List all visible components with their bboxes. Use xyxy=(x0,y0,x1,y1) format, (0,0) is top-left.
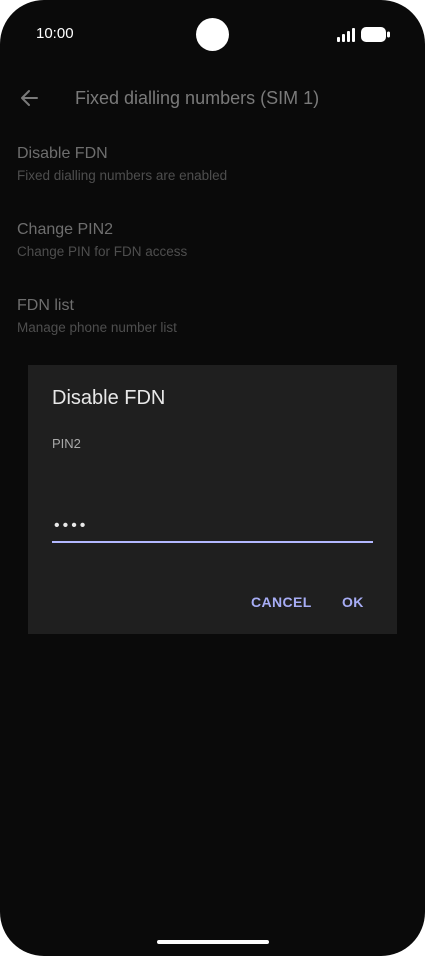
app-bar: Fixed dialling numbers (SIM 1) xyxy=(0,75,425,121)
setting-subtitle: Fixed dialling numbers are enabled xyxy=(17,168,228,183)
battery-icon xyxy=(361,27,390,42)
pin2-input[interactable]: •••• xyxy=(52,513,373,543)
setting-subtitle: Manage phone number list xyxy=(17,320,177,335)
setting-title: Change PIN2 xyxy=(17,221,114,238)
page-title: Fixed dialling numbers (SIM 1) xyxy=(75,88,320,108)
status-bar: 10:00 xyxy=(0,0,425,70)
status-time: 10:00 xyxy=(36,25,74,42)
setting-subtitle: Change PIN for FDN access xyxy=(17,244,188,259)
setting-title: FDN list xyxy=(17,297,74,314)
signal-icon xyxy=(337,28,355,42)
home-indicator[interactable] xyxy=(157,940,269,944)
pin2-label: PIN2 xyxy=(52,436,81,451)
arrow-back-icon[interactable] xyxy=(18,87,40,109)
setting-disable-fdn[interactable]: Disable FDN Fixed dialling numbers are e… xyxy=(17,145,227,183)
cancel-button[interactable]: CANCEL xyxy=(251,594,312,610)
dialog-title: Disable FDN xyxy=(52,387,166,409)
disable-fdn-dialog: Disable FDN PIN2 •••• CANCEL OK xyxy=(28,365,397,634)
pin2-masked-value: •••• xyxy=(54,517,89,534)
ok-button[interactable]: OK xyxy=(342,594,364,610)
phone-screen: 10:00 Fixed dialling numbers (SIM 1) Dis… xyxy=(0,0,425,956)
setting-title: Disable FDN xyxy=(17,145,108,162)
setting-change-pin2[interactable]: Change PIN2 Change PIN for FDN access xyxy=(17,221,187,259)
setting-fdn-list[interactable]: FDN list Manage phone number list xyxy=(17,297,177,335)
camera-cutout xyxy=(196,18,229,51)
